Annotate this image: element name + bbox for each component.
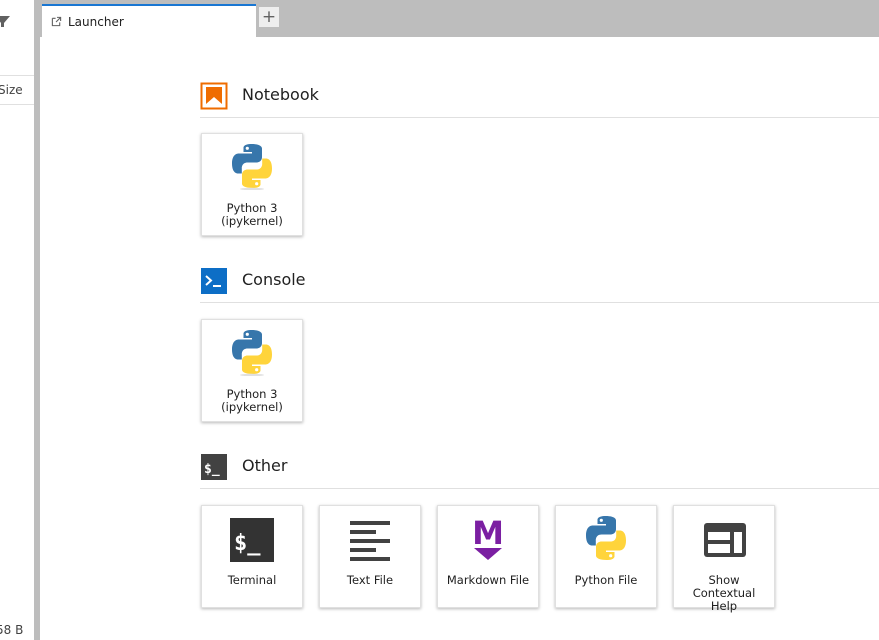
python-logo-icon [232, 144, 272, 190]
jupyterlab-window: Size 58 B Launcher + Not [0, 0, 879, 640]
tab-label: Launcher [68, 14, 124, 29]
console-icon [201, 268, 227, 294]
markdown-file-card[interactable]: M Markdown File [437, 505, 539, 608]
card-label: Python 3 (ipykernel) [221, 201, 283, 228]
tab-launcher[interactable]: Launcher [42, 4, 256, 37]
file-size-value: 58 B [0, 623, 24, 637]
add-tab-button[interactable]: + [258, 6, 280, 28]
main-dock-area: Launcher + Notebook Python 3 (ipykernel)… [40, 0, 879, 640]
notebook-python3-card[interactable]: Python 3 (ipykernel) [201, 133, 303, 236]
card-label: Python 3 (ipykernel) [221, 387, 283, 414]
console-section-header: Console [200, 263, 879, 303]
notebook-section-header: Notebook [200, 78, 879, 118]
text-file-icon [350, 521, 390, 561]
contextual-help-icon [704, 523, 746, 557]
launcher-panel: Notebook Python 3 (ipykernel) Console Py… [40, 38, 879, 640]
file-browser-panel: Size 58 B [0, 0, 34, 640]
notebook-icon [200, 82, 228, 110]
terminal-small-icon: $_ [201, 454, 227, 480]
text-file-card[interactable]: Text File [319, 505, 421, 608]
contextual-help-card[interactable]: Show Contextual Help [673, 505, 775, 613]
file-browser-column-header[interactable]: Size [0, 75, 34, 105]
svg-text:M: M [472, 514, 504, 552]
card-label: Show Contextual Help [692, 573, 756, 613]
filter-icon[interactable] [0, 14, 10, 28]
markdown-icon: M [472, 514, 504, 560]
size-column-label: Size [0, 83, 23, 97]
python-logo-icon [586, 516, 626, 560]
card-label: Markdown File [446, 573, 530, 587]
python-logo-icon [232, 330, 272, 376]
card-label: Text File [346, 573, 394, 587]
svg-text:$_: $_ [234, 531, 261, 556]
card-label: Python File [574, 573, 638, 587]
card-label: Terminal [227, 573, 277, 587]
terminal-icon: $_ [230, 518, 274, 562]
launcher-icon [51, 16, 62, 27]
notebook-section-title: Notebook [242, 85, 319, 104]
python-file-card[interactable]: Python File [555, 505, 657, 608]
tab-bar: Launcher + [40, 0, 879, 37]
svg-text:$_: $_ [204, 462, 220, 477]
other-section-header: $_ Other [200, 449, 879, 489]
console-section-title: Console [242, 270, 306, 289]
terminal-card[interactable]: $_ Terminal [201, 505, 303, 608]
other-section-title: Other [242, 456, 288, 475]
console-python3-card[interactable]: Python 3 (ipykernel) [201, 319, 303, 422]
